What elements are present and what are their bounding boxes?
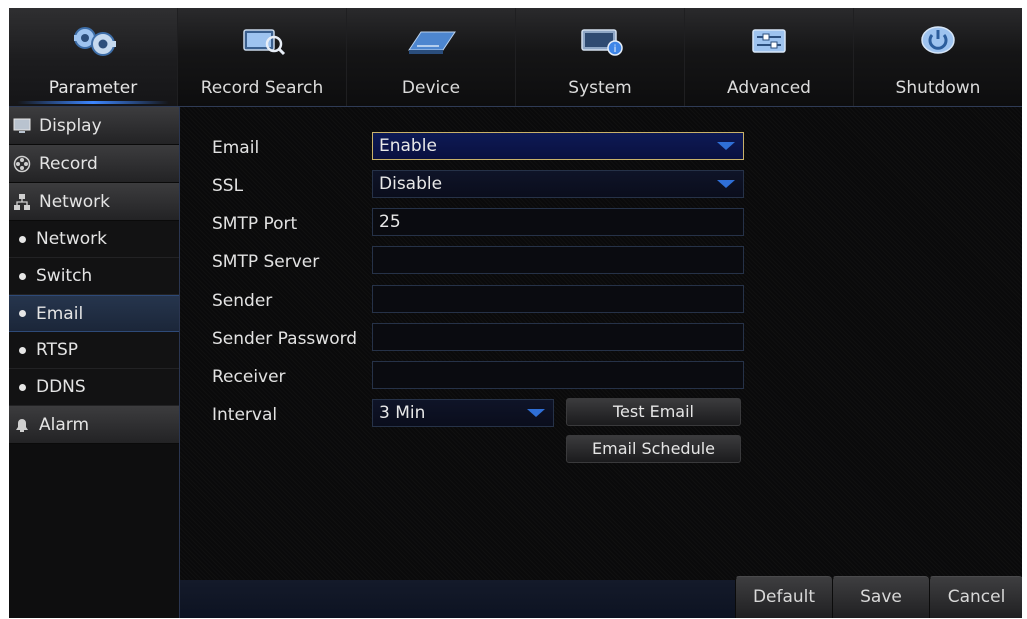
tab-shutdown[interactable]: Shutdown [854,8,1022,106]
interval-select[interactable]: 3 Min [372,399,554,427]
sidebar-subitem-network[interactable]: Network [9,221,179,258]
smtp-port-label: SMTP Port [212,214,298,234]
select-value: Disable [379,174,443,194]
sidebar-item-record[interactable]: Record [9,145,179,183]
tab-label: Shutdown [895,78,981,98]
smtp-port-input[interactable]: 25 [372,208,744,236]
sender-input[interactable] [372,285,744,313]
sidebar-item-label: Record [39,153,98,174]
receiver-label: Receiver [212,367,286,387]
email-schedule-button[interactable]: Email Schedule [566,435,741,463]
bullet-icon [19,346,26,354]
film-search-icon [243,29,286,56]
sidebar-subitem-rtsp[interactable]: RTSP [9,332,179,369]
network-icon [14,193,30,210]
sidebar-item-label: RTSP [36,340,79,360]
tab-label: System [568,78,632,98]
sidebar-item-label: Network [39,191,110,212]
dropdown-button[interactable] [519,400,553,426]
film-reel-icon [13,155,31,172]
sidebar-item-label: Display [39,115,102,136]
ssl-label: SSL [212,176,244,196]
tab-label: Device [401,78,461,98]
sidebar-item-alarm[interactable]: Alarm [9,406,179,444]
power-icon [921,26,955,54]
monitor-icon [13,118,31,133]
sidebar-item-label: Network [36,229,107,249]
sidebar-item-display[interactable]: Display [9,107,179,145]
sidebar-subitem-ddns[interactable]: DDNS [9,369,179,406]
smtp-server-label: SMTP Server [212,252,320,272]
sidebar-subitem-switch[interactable]: Switch [9,258,179,295]
tab-advanced[interactable]: Advanced [685,8,854,106]
default-button[interactable]: Default [735,576,832,618]
email-label: Email [212,138,260,158]
sidebar-subitem-email[interactable]: Email [9,295,179,332]
tab-label: Parameter [48,78,138,98]
email-enable-select[interactable]: Enable [372,132,744,160]
dropdown-button[interactable] [709,171,743,197]
svg-text:i: i [614,44,617,55]
receiver-input[interactable] [372,361,744,389]
tab-device[interactable]: Device [347,8,516,106]
chevron-down-icon [527,409,545,417]
bullet-icon [19,383,26,391]
tab-label: Advanced [727,78,811,98]
gears-icon [74,27,116,56]
sidebar-item-label: Switch [36,266,93,286]
email-settings-panel: Email Enable SSL Disable SMTP Port 25 SM… [179,107,1022,618]
sidebar-item-network[interactable]: Network [9,183,179,221]
monitor-info-icon: i [581,29,623,56]
select-value: Enable [379,136,437,156]
dropdown-button[interactable] [709,133,743,159]
tab-record-search[interactable]: Record Search [178,8,347,106]
chevron-down-icon [717,180,735,188]
sender-label: Sender [212,291,273,311]
tab-system[interactable]: i System [516,8,685,106]
bullet-icon [19,235,26,243]
sender-password-input[interactable] [372,323,744,351]
hard-drive-icon [408,31,456,54]
alarm-bell-icon [16,418,28,432]
bullet-icon [19,310,26,317]
interval-label: Interval [212,405,278,425]
sidebar-item-label: DDNS [36,377,86,397]
sidebar: Display Record Network Network Switch Em… [9,107,179,618]
save-button[interactable]: Save [832,576,929,618]
chevron-down-icon [717,142,735,150]
sliders-icon [752,29,786,53]
sidebar-item-label: Email [36,303,84,324]
dvr-window: Parameter Record Search Device i System … [9,8,1022,618]
bullet-icon [19,272,26,280]
sender-password-label: Sender Password [212,329,358,349]
select-value: 3 Min [379,403,426,423]
main-nav: Parameter Record Search Device i System … [9,8,1022,107]
tab-label: Record Search [200,78,324,98]
smtp-server-input[interactable] [372,246,744,274]
cancel-button[interactable]: Cancel [929,576,1022,618]
sidebar-item-label: Alarm [39,414,90,435]
test-email-button[interactable]: Test Email [566,398,741,426]
ssl-select[interactable]: Disable [372,170,744,198]
tab-parameter[interactable]: Parameter [9,8,178,106]
